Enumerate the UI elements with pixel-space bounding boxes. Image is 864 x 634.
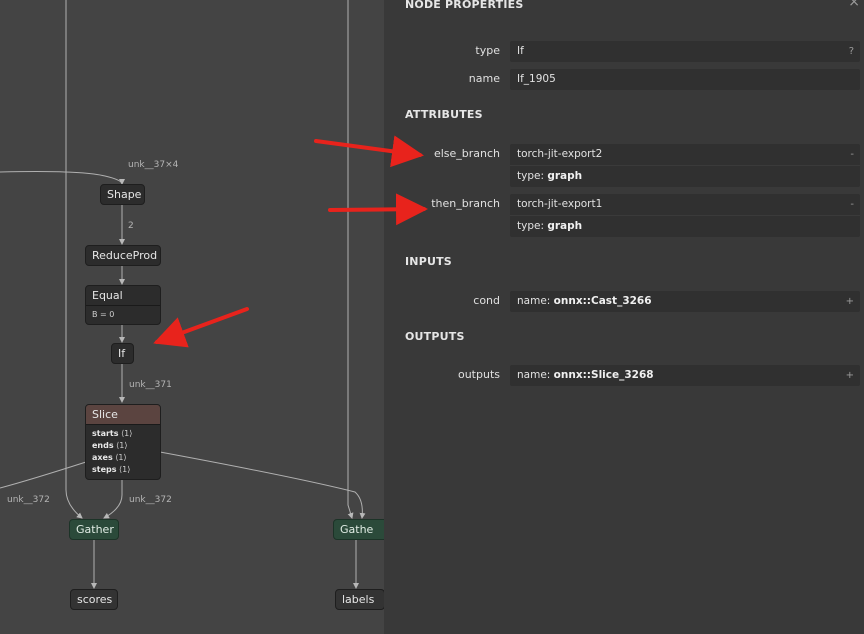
node-equal-attribute: B = 0 — [86, 305, 160, 323]
slice-attr-ends: ends ⟨1⟩ — [92, 441, 128, 450]
node-gather-right[interactable]: Gathe — [333, 519, 384, 540]
node-output-labels[interactable]: labels — [335, 589, 384, 610]
graph-edges — [0, 0, 366, 589]
node-gather-right-label: Gathe — [340, 523, 374, 536]
node-shape[interactable]: Shape — [100, 184, 145, 205]
slice-attr-steps: steps ⟨1⟩ — [92, 465, 131, 474]
outputs-section-title: OUTPUTS — [405, 330, 465, 343]
node-properties-panel: NODE PROPERTIES × type If ? name If_1905… — [384, 0, 864, 634]
edge-label-shape-in: unk__37×4 — [128, 160, 179, 170]
slice-attr-starts: starts ⟨1⟩ — [92, 429, 133, 438]
node-slice-attributes: starts ⟨1⟩ ends ⟨1⟩ axes ⟨1⟩ steps ⟨1⟩ — [86, 424, 160, 478]
then-branch-type: type: graph — [510, 215, 860, 237]
inputs-section-title: INPUTS — [405, 255, 452, 268]
name-value: If_1905 — [517, 73, 556, 85]
attributes-section-title: ATTRIBUTES — [405, 108, 483, 121]
outputs-name-prefix: name: — [517, 369, 551, 381]
node-output-scores-label: scores — [77, 593, 113, 606]
expand-icon[interactable]: + — [846, 291, 854, 312]
edge-label-slice-left: unk__372 — [7, 495, 50, 505]
node-output-labels-label: labels — [342, 593, 375, 606]
slice-attr-axes: axes ⟨1⟩ — [92, 453, 127, 462]
node-shape-label: Shape — [107, 188, 142, 201]
node-reduceprod[interactable]: ReduceProd — [85, 245, 161, 266]
graph-canvas[interactable]: unk__37×4 2 unk__371 unk__372 unk__372 S… — [0, 0, 384, 634]
node-if[interactable]: If — [111, 343, 134, 364]
cond-field[interactable]: name: onnx::Cast_3266 + — [510, 291, 860, 312]
else-branch-label: else_branch — [433, 147, 500, 160]
cond-name-value: onnx::Cast_3266 — [553, 295, 652, 307]
node-if-label: If — [118, 347, 126, 360]
node-slice[interactable]: Slice starts ⟨1⟩ ends ⟨1⟩ axes ⟨1⟩ steps… — [85, 404, 161, 480]
type-label: type — [475, 44, 500, 57]
outputs-label: outputs — [457, 368, 500, 381]
outputs-field[interactable]: name: onnx::Slice_3268 + — [510, 365, 860, 386]
else-branch-value: torch-jit-export2 — [517, 148, 603, 160]
node-reduceprod-label: ReduceProd — [92, 249, 158, 262]
panel-title: NODE PROPERTIES — [405, 0, 524, 11]
type-field[interactable]: If ? — [510, 41, 860, 62]
cond-name-prefix: name: — [517, 295, 551, 307]
outputs-name-value: onnx::Slice_3268 — [553, 369, 654, 381]
then-branch-label: then_branch — [431, 197, 500, 210]
name-field[interactable]: If_1905 — [510, 69, 860, 90]
edge-label-if-out: unk__371 — [129, 380, 172, 390]
collapse-icon[interactable]: - — [850, 144, 854, 165]
node-equal-label: Equal — [92, 289, 123, 302]
node-output-scores[interactable]: scores — [70, 589, 118, 610]
edge-label-slice-down: unk__372 — [129, 495, 172, 505]
expand-icon[interactable]: + — [846, 365, 854, 386]
node-gather-left[interactable]: Gather — [69, 519, 119, 540]
cond-label: cond — [473, 294, 500, 307]
help-icon[interactable]: ? — [849, 41, 854, 62]
node-gather-left-label: Gather — [76, 523, 114, 536]
name-label: name — [468, 72, 500, 85]
collapse-icon[interactable]: - — [850, 194, 854, 215]
node-equal[interactable]: Equal B = 0 — [85, 285, 161, 325]
node-slice-label: Slice — [86, 405, 160, 424]
else-branch-type: type: graph — [510, 165, 860, 187]
edge-label-shape-out: 2 — [128, 221, 134, 231]
then-branch-value: torch-jit-export1 — [517, 198, 603, 210]
then-branch-field[interactable]: torch-jit-export1 - type: graph — [510, 194, 860, 237]
else-branch-field[interactable]: torch-jit-export2 - type: graph — [510, 144, 860, 187]
close-icon[interactable]: × — [848, 0, 860, 10]
type-value: If — [517, 45, 524, 57]
